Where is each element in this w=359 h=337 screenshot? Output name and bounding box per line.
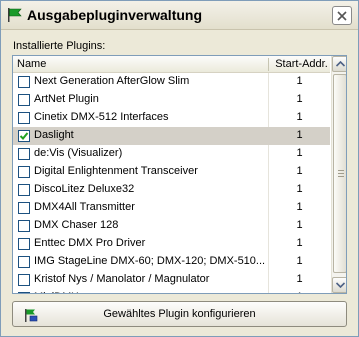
configure-plugin-label: Gewähltes Plugin konfigurieren [103,308,256,320]
window-title: Ausgabepluginverwaltung [27,7,203,23]
plugin-list[interactable]: Name Start-Addr. Next Generation AfterGl… [12,55,347,294]
plugin-name: Digital Enlightenment Transceiver [34,165,198,177]
plugin-row[interactable]: DiscoLitez Deluxe32 1 [13,181,330,199]
scroll-down-button[interactable] [332,277,346,293]
plugin-start-addr: 1 [296,129,303,141]
plugin-name: Kristof Nys / Manolator / Magnulator [34,273,210,285]
plugin-start-addr: 1 [296,183,303,195]
plugin-checkbox[interactable] [18,256,30,268]
list-header: Name Start-Addr. [13,56,330,73]
plugin-name: Next Generation AfterGlow Slim [34,75,190,87]
checkmark-icon [19,132,29,140]
plugin-start-addr: 1 [296,219,303,231]
plugin-checkbox[interactable] [18,130,30,142]
title-bar[interactable]: Ausgabepluginverwaltung [1,1,358,30]
plugin-name: MiniDMX [34,291,266,293]
plugin-checkbox[interactable] [18,166,30,178]
plugin-name: DMX4All Transmitter [34,201,135,213]
flag-icon [8,8,22,22]
plugin-checkbox[interactable] [18,202,30,214]
plugin-name: DMX Chaser 128 [34,219,119,231]
plugin-checkbox[interactable] [18,274,30,286]
plugin-start-addr: 1 [296,201,303,213]
plugin-name: Enttec DMX Pro Driver [34,237,146,249]
plugin-rows: Next Generation AfterGlow Slim 1 ArtNet Pl… [13,73,330,293]
plugin-checkbox[interactable] [18,94,30,106]
thumb-grip [338,170,344,171]
plugin-checkbox[interactable] [18,238,30,250]
column-divider[interactable] [268,58,269,71]
plugin-row[interactable]: Digital Enlightenment Transceiver 1 [13,163,330,181]
plugin-name: DiscoLitez Deluxe32 [34,183,135,195]
plugin-row[interactable]: DMX4All Transmitter 1 [13,199,330,217]
plugin-row[interactable]: Cinetix DMX-512 Interfaces 1 [13,109,330,127]
column-header-start-addr[interactable]: Start-Addr. [273,58,330,70]
plugin-name: Cinetix DMX-512 Interfaces [34,111,169,123]
plugin-start-addr: 1 [296,75,303,87]
plugin-start-addr: 1 [296,273,303,285]
scroll-up-button[interactable] [332,56,346,72]
plugin-manager-window: Ausgabepluginverwaltung Installierte Plu… [0,0,359,337]
plugin-checkbox[interactable] [18,292,30,293]
chevron-down-icon [335,282,345,288]
plugin-name: ArtNet Plugin [34,93,99,105]
thumb-grip [338,176,344,177]
plugin-checkbox[interactable] [18,184,30,196]
plugin-start-addr: 1 [296,147,303,159]
plugin-row[interactable]: MiniDMX1 [13,289,330,293]
plugin-row[interactable]: IMG StageLine DMX-60; DMX-120; DMX-510..… [13,253,330,271]
plugin-row[interactable]: ArtNet Plugin 1 [13,91,330,109]
plugin-start-addr: 1 [296,111,303,123]
plugin-start-addr: 1 [296,93,303,105]
plugin-checkbox[interactable] [18,220,30,232]
plugin-name: de:Vis (Visualizer) [34,147,123,159]
plugin-start-addr: 1 [269,291,330,293]
plugin-row[interactable]: Daslight 1 [13,127,330,145]
scroll-thumb[interactable] [333,74,346,273]
plugin-checkbox[interactable] [18,112,30,124]
configure-plugin-button[interactable]: Gewähltes Plugin konfigurieren [12,301,347,327]
close-icon [337,10,347,21]
column-header-name[interactable]: Name [17,58,46,70]
thumb-grip [338,173,344,174]
plugin-row[interactable]: DMX Chaser 128 1 [13,217,330,235]
installed-plugins-label: Installierte Plugins: [13,40,106,52]
plugin-start-addr: 1 [296,165,303,177]
chevron-up-icon [335,61,345,67]
plugin-row[interactable]: Next Generation AfterGlow Slim 1 [13,73,330,91]
plugin-name: Daslight [34,129,74,141]
plugin-name: IMG StageLine DMX-60; DMX-120; DMX-510..… [34,255,266,267]
plugin-checkbox[interactable] [18,148,30,160]
plugin-row[interactable]: Enttec DMX Pro Driver 1 [13,235,330,253]
plugin-start-addr: 1 [296,237,303,249]
plugin-start-addr: 1 [296,255,303,267]
vertical-scrollbar[interactable] [331,56,346,293]
plugin-row[interactable]: Kristof Nys / Manolator / Magnulator 1 [13,271,330,289]
plugin-row[interactable]: de:Vis (Visualizer) 1 [13,145,330,163]
plugin-checkbox[interactable] [18,76,30,88]
close-button[interactable] [332,6,352,25]
